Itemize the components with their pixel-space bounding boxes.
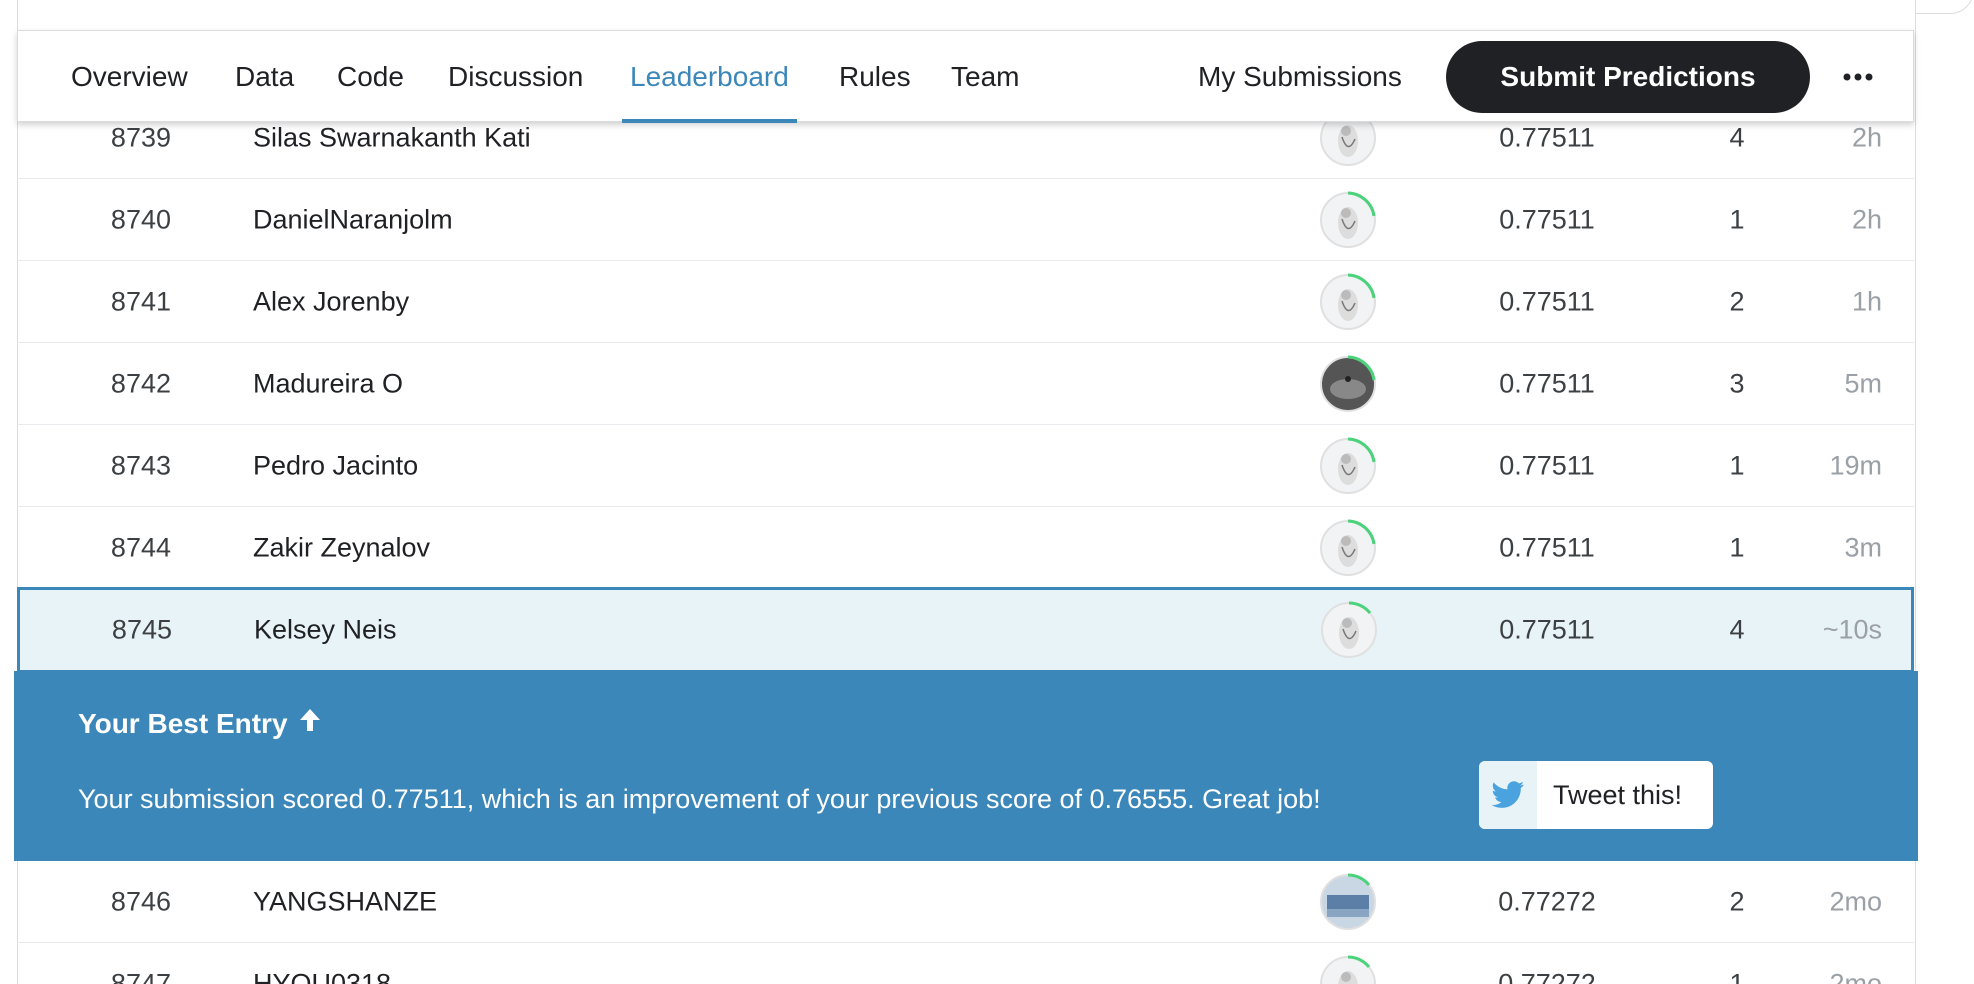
table-row[interactable]: 8742 Madureira O 0.77511 3 5m <box>17 343 1914 425</box>
team-name[interactable]: Alex Jorenby <box>253 286 409 317</box>
avatar[interactable] <box>1319 191 1377 249</box>
entries-cell: 1 <box>1729 968 1745 984</box>
more-horizontal-icon[interactable] <box>1838 31 1878 123</box>
entries-cell: 2 <box>1729 886 1745 916</box>
avatar[interactable] <box>1319 519 1377 577</box>
avatar[interactable] <box>1319 872 1377 931</box>
team-name[interactable]: Zakir Zeynalov <box>253 532 430 563</box>
team-name[interactable]: YANGSHANZE <box>253 886 437 917</box>
rank-cell: 8745 <box>111 614 172 645</box>
tab-rules[interactable]: Rules <box>839 31 911 123</box>
rank-cell: 8740 <box>110 204 171 234</box>
table-row[interactable]: 8744 Zakir Zeynalov 0.77511 1 3m <box>17 507 1914 589</box>
score-cell: 0.77511 <box>1499 368 1595 398</box>
last-submission-cell: 5m <box>1844 368 1882 398</box>
entries-cell: 4 <box>1729 614 1745 645</box>
last-submission-cell: 2h <box>1851 204 1882 234</box>
score-cell: 0.77511 <box>1499 614 1595 645</box>
best-entry-message: Your submission scored 0.77511, which is… <box>78 784 1321 814</box>
last-submission-cell: ~10s <box>1822 614 1882 645</box>
entries-cell: 2 <box>1729 286 1745 316</box>
score-cell: 0.77511 <box>1499 204 1595 234</box>
avatar[interactable] <box>1319 954 1377 984</box>
rank-cell: 8743 <box>110 450 171 480</box>
best-entry-banner: Your Best Entry Your submission scored 0… <box>14 671 1918 861</box>
rank-cell: 8744 <box>110 532 171 562</box>
table-row[interactable]: 8741 Alex Jorenby 0.77511 2 1h <box>17 261 1914 343</box>
tab-data[interactable]: Data <box>235 31 294 123</box>
team-name[interactable]: Pedro Jacinto <box>253 450 418 481</box>
leaderboard-page: 8739 Silas Swarnakanth Kati 0.77511 4 2h… <box>0 0 1974 984</box>
my-submissions-link[interactable]: My Submissions <box>1198 31 1402 123</box>
score-cell: 0.77511 <box>1499 532 1595 562</box>
score-cell: 0.77511 <box>1499 286 1595 316</box>
avatar[interactable] <box>1319 355 1377 413</box>
last-submission-cell: 3m <box>1844 532 1882 562</box>
best-entry-title: Your Best Entry <box>78 707 322 740</box>
score-cell: 0.77511 <box>1499 122 1595 152</box>
rank-cell: 8747 <box>110 968 171 984</box>
rank-cell: 8739 <box>110 122 171 152</box>
avatar[interactable] <box>1319 273 1377 331</box>
last-submission-cell: 2mo <box>1829 968 1882 984</box>
team-name[interactable]: Silas Swarnakanth Kati <box>253 122 531 153</box>
entries-cell: 1 <box>1729 532 1745 562</box>
avatar[interactable] <box>1320 601 1378 659</box>
last-submission-cell: 1h <box>1851 286 1882 316</box>
score-cell: 0.77511 <box>1499 450 1595 480</box>
tab-team[interactable]: Team <box>951 31 1019 123</box>
table-row[interactable]: 8746 YANGSHANZE 0.77272 2 2mo <box>17 861 1914 943</box>
rank-cell: 8742 <box>110 368 171 398</box>
last-submission-cell: 2mo <box>1829 886 1882 916</box>
submit-predictions-button[interactable]: Submit Predictions <box>1446 41 1810 113</box>
arrow-up-icon <box>298 707 322 740</box>
last-submission-cell: 2h <box>1851 122 1882 152</box>
entries-cell: 4 <box>1729 122 1745 152</box>
team-name[interactable]: DanielNaranjolm <box>253 204 453 235</box>
table-row-current-user[interactable]: 8745 Kelsey Neis 0.77511 4 ~10s <box>17 587 1914 673</box>
table-row[interactable]: 8747 HYOU0318 0.77272 1 2mo <box>17 943 1914 984</box>
twitter-icon <box>1479 761 1537 829</box>
entries-cell: 1 <box>1729 450 1745 480</box>
tab-leaderboard[interactable]: Leaderboard <box>622 31 797 123</box>
table-row[interactable]: 8740 DanielNaranjolm 0.77511 1 2h <box>17 179 1914 261</box>
score-cell: 0.77272 <box>1498 968 1596 984</box>
tab-discussion[interactable]: Discussion <box>448 31 583 123</box>
tweet-button[interactable]: Tweet this! <box>1479 761 1713 829</box>
tab-code[interactable]: Code <box>337 31 404 123</box>
score-cell: 0.77272 <box>1498 886 1596 916</box>
tweet-label: Tweet this! <box>1553 779 1683 810</box>
best-entry-title-text: Your Best Entry <box>78 707 288 739</box>
rank-cell: 8741 <box>110 286 171 316</box>
avatar[interactable] <box>1319 437 1377 495</box>
table-row[interactable]: 8743 Pedro Jacinto 0.77511 1 19m <box>17 425 1914 507</box>
team-name[interactable]: Madureira O <box>253 368 403 399</box>
tab-overview[interactable]: Overview <box>71 31 188 123</box>
team-name[interactable]: Kelsey Neis <box>254 615 397 646</box>
entries-cell: 3 <box>1729 368 1745 398</box>
rank-cell: 8746 <box>110 886 171 916</box>
team-name[interactable]: HYOU0318 <box>253 968 391 984</box>
last-submission-cell: 19m <box>1829 450 1882 480</box>
entries-cell: 1 <box>1729 204 1745 234</box>
competition-tab-bar: Overview Data Code Discussion Leaderboar… <box>17 30 1914 123</box>
